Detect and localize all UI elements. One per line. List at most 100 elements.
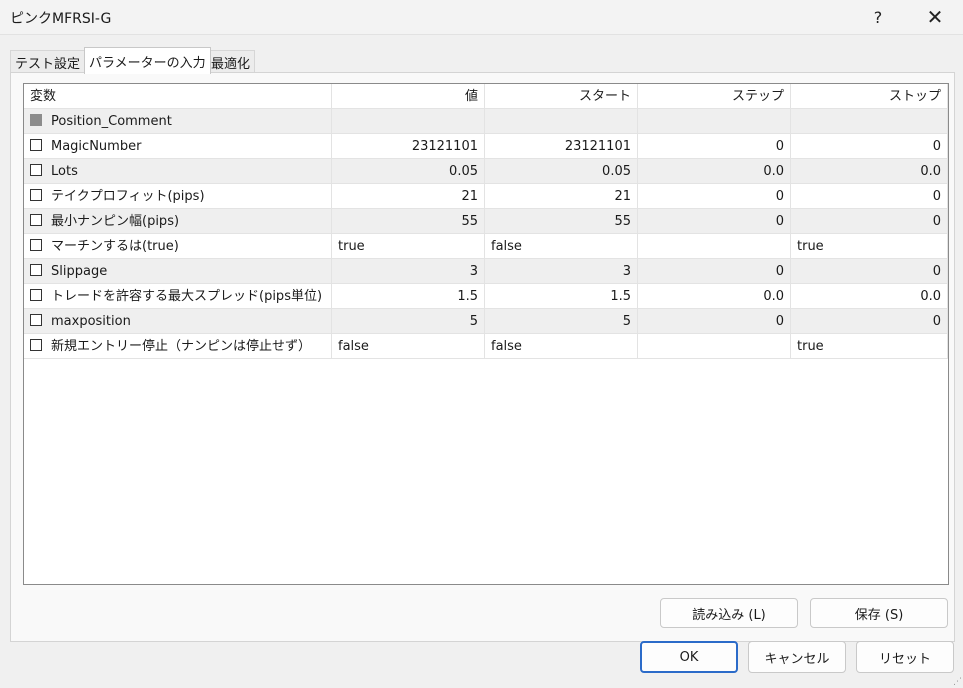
variable-name: maxposition (51, 314, 131, 329)
resize-grip-icon[interactable]: ⋰ (953, 678, 962, 687)
stop-cell[interactable]: 0.0 (791, 284, 948, 309)
step-cell[interactable]: 0 (638, 259, 791, 284)
variable-cell: MagicNumber (24, 134, 332, 159)
value-cell[interactable]: 0.05 (332, 159, 485, 184)
step-cell[interactable] (638, 109, 791, 134)
optimize-checkbox[interactable] (30, 313, 42, 326)
start-cell[interactable]: 0.05 (485, 159, 638, 184)
optimize-checkbox[interactable] (30, 288, 42, 301)
value-cell[interactable]: 1.5 (332, 284, 485, 309)
header-variable[interactable]: 変数 (24, 84, 332, 109)
start-cell[interactable]: 5 (485, 309, 638, 334)
table-row[interactable]: Lots 0.05 0.05 0.0 0.0 (24, 159, 948, 184)
table-row[interactable]: MagicNumber 23121101 23121101 0 0 (24, 134, 948, 159)
variable-name: 新規エントリー停止（ナンピンは停止せず） (51, 339, 312, 354)
header-step[interactable]: ステップ (638, 84, 791, 109)
table-row[interactable]: maxposition 5 5 0 0 (24, 309, 948, 334)
table-row[interactable]: トレードを許容する最大スプレッド(pips単位) 1.5 1.5 0.0 0.0 (24, 284, 948, 309)
stop-cell[interactable]: 0 (791, 184, 948, 209)
start-cell[interactable]: 23121101 (485, 134, 638, 159)
optimize-checkbox (30, 113, 42, 126)
variable-cell: テイクプロフィット(pips) (24, 184, 332, 209)
value-cell[interactable]: 21 (332, 184, 485, 209)
table-row[interactable]: 新規エントリー停止（ナンピンは停止せず） false false true (24, 334, 948, 359)
value-cell[interactable]: false (332, 334, 485, 359)
value-cell[interactable]: 23121101 (332, 134, 485, 159)
tab-optimization[interactable]: 最適化 (206, 50, 256, 73)
optimize-checkbox[interactable] (30, 163, 42, 176)
variable-cell: 最小ナンピン幅(pips) (24, 209, 332, 234)
variable-cell: Lots (24, 159, 332, 184)
table-row[interactable]: 最小ナンピン幅(pips) 55 55 0 0 (24, 209, 948, 234)
save-button[interactable]: 保存 (S) (810, 598, 948, 628)
stop-cell[interactable]: true (791, 234, 948, 259)
variable-cell: トレードを許容する最大スプレッド(pips単位) (24, 284, 332, 309)
table-header: 変数 値 スタート ステップ ストップ (24, 84, 948, 110)
start-cell[interactable]: 1.5 (485, 284, 638, 309)
start-cell[interactable]: 3 (485, 259, 638, 284)
variable-name: トレードを許容する最大スプレッド(pips単位) (51, 289, 323, 304)
value-cell[interactable]: 3 (332, 259, 485, 284)
cancel-button[interactable]: キャンセル (748, 641, 846, 673)
close-button[interactable]: ✕ (912, 0, 958, 34)
ok-button[interactable]: OK (640, 641, 738, 673)
load-button[interactable]: 読み込み (L) (660, 598, 798, 628)
stop-cell[interactable]: 0 (791, 309, 948, 334)
reset-button[interactable]: リセット (856, 641, 954, 673)
window-title: ピンクMFRSI-G (10, 11, 112, 27)
value-cell[interactable]: true (332, 234, 485, 259)
start-cell[interactable]: false (485, 334, 638, 359)
table-row[interactable]: マーチンするは(true) true false true (24, 234, 948, 259)
start-cell[interactable]: 55 (485, 209, 638, 234)
table-row[interactable]: Slippage 3 3 0 0 (24, 259, 948, 284)
optimize-checkbox[interactable] (30, 188, 42, 201)
step-cell[interactable]: 0 (638, 309, 791, 334)
step-cell[interactable]: 0.0 (638, 159, 791, 184)
start-cell[interactable]: 21 (485, 184, 638, 209)
tab-parameters[interactable]: パラメーターの入力 (84, 47, 211, 74)
variable-name: MagicNumber (51, 139, 142, 154)
variable-name: テイクプロフィット(pips) (51, 189, 205, 204)
stop-cell[interactable]: 0 (791, 209, 948, 234)
variable-cell: 新規エントリー停止（ナンピンは停止せず） (24, 334, 332, 359)
header-value[interactable]: 値 (332, 84, 485, 109)
table-row[interactable]: テイクプロフィット(pips) 21 21 0 0 (24, 184, 948, 209)
variable-name: Lots (51, 164, 78, 179)
stop-cell[interactable]: 0 (791, 259, 948, 284)
variable-name: マーチンするは(true) (51, 239, 179, 254)
stop-cell[interactable] (791, 109, 948, 134)
optimize-checkbox[interactable] (30, 138, 42, 151)
stop-cell[interactable]: 0 (791, 134, 948, 159)
variable-name: Slippage (51, 264, 108, 279)
step-cell[interactable]: 0 (638, 134, 791, 159)
parameters-table: 変数 値 スタート ステップ ストップ Position_Comment Magi… (23, 83, 949, 585)
start-cell[interactable] (485, 109, 638, 134)
table-row[interactable]: Position_Comment (24, 109, 948, 134)
help-button[interactable]: ? (855, 0, 901, 34)
step-cell[interactable] (638, 334, 791, 359)
optimize-checkbox[interactable] (30, 238, 42, 251)
header-start[interactable]: スタート (485, 84, 638, 109)
variable-cell: maxposition (24, 309, 332, 334)
tab-test-settings[interactable]: テスト設定 (10, 50, 86, 73)
variable-name: 最小ナンピン幅(pips) (51, 214, 180, 229)
step-cell[interactable]: 0 (638, 209, 791, 234)
step-cell[interactable]: 0 (638, 184, 791, 209)
title-bar: ピンクMFRSI-G ? ✕ (0, 0, 963, 35)
value-cell[interactable]: 55 (332, 209, 485, 234)
variable-cell: Position_Comment (24, 109, 332, 134)
variable-name: Position_Comment (51, 114, 172, 129)
step-cell[interactable] (638, 234, 791, 259)
optimize-checkbox[interactable] (30, 338, 42, 351)
step-cell[interactable]: 0.0 (638, 284, 791, 309)
optimize-checkbox[interactable] (30, 213, 42, 226)
value-cell[interactable]: 5 (332, 309, 485, 334)
parameters-panel: 変数 値 スタート ステップ ストップ Position_Comment Magi… (10, 72, 955, 642)
variable-cell: Slippage (24, 259, 332, 284)
start-cell[interactable]: false (485, 234, 638, 259)
stop-cell[interactable]: true (791, 334, 948, 359)
header-stop[interactable]: ストップ (791, 84, 948, 109)
optimize-checkbox[interactable] (30, 263, 42, 276)
stop-cell[interactable]: 0.0 (791, 159, 948, 184)
value-cell[interactable] (332, 109, 485, 134)
